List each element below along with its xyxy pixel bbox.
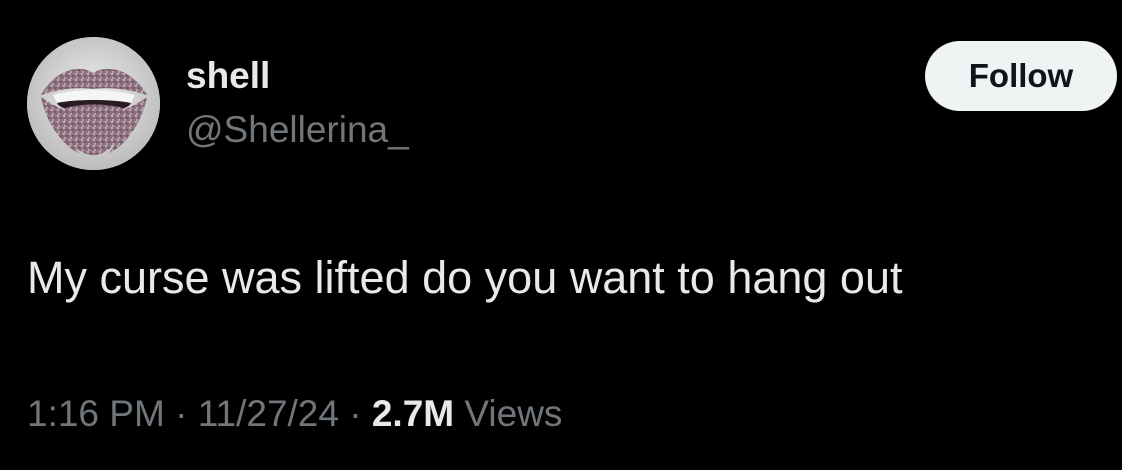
views-label[interactable]: Views [454, 393, 562, 434]
tweet-time[interactable]: 1:16 PM [27, 393, 165, 434]
tweet-date[interactable]: 11/27/24 [198, 393, 339, 434]
tweet-card: shell @Shellerina_ Follow My curse was l… [0, 0, 1122, 470]
follow-button[interactable]: Follow [925, 41, 1117, 111]
views-count[interactable]: 2.7M [372, 393, 454, 434]
tweet-meta: 1:16 PM · 11/27/24 · 2.7M Views [27, 390, 562, 438]
meta-separator: · [164, 393, 198, 434]
author-handle[interactable]: @Shellerina_ [186, 108, 409, 152]
meta-separator: · [338, 393, 372, 434]
tweet-text: My curse was lifted do you want to hang … [27, 252, 903, 303]
avatar[interactable] [27, 37, 160, 170]
glitter-lips-avatar-icon [27, 37, 160, 170]
author-display-name[interactable]: shell [186, 54, 270, 98]
